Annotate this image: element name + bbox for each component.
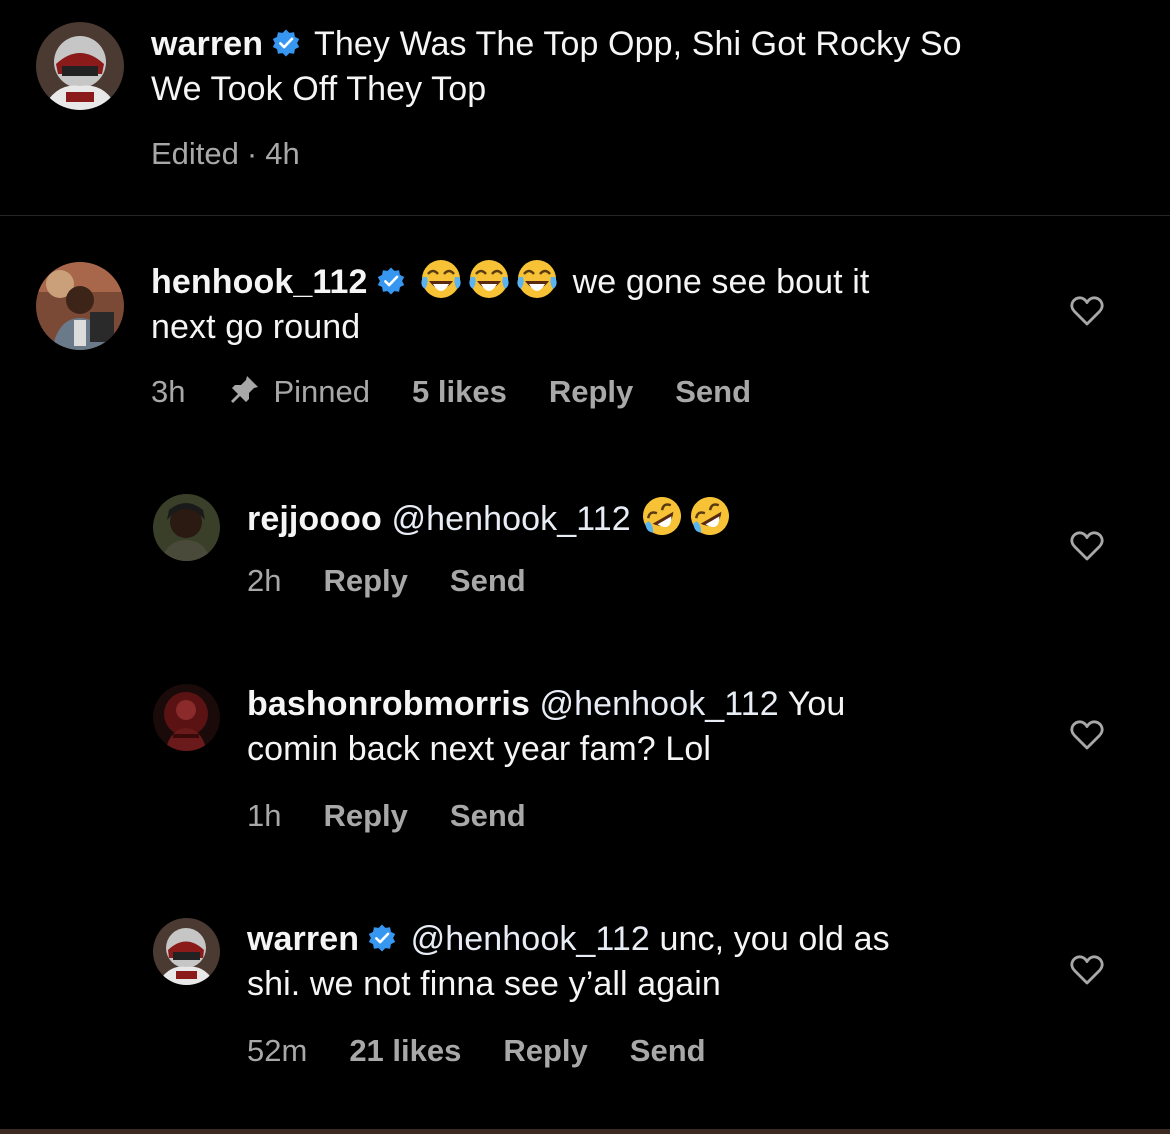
- comment-time: 3h: [151, 374, 186, 409]
- comment-meta-rejjoooo: 2h Reply Send: [247, 561, 568, 601]
- avatar-bashonrobmorris[interactable]: [153, 684, 220, 751]
- avatar-warren[interactable]: [153, 918, 220, 985]
- avatar-warren-caption[interactable]: [36, 22, 124, 110]
- face-with-tears-of-joy-icon: [467, 257, 511, 301]
- heart-icon[interactable]: [1070, 531, 1104, 561]
- caption-text-line1: They Was The Top Opp, Shi Got Rocky So: [314, 25, 962, 63]
- pin-icon: [227, 373, 261, 407]
- comment-text-line1: unc, you old as: [659, 920, 890, 958]
- comment-time: 2h: [247, 563, 282, 598]
- comment-rejjoooo: rejjoooo @henhook_112: [247, 494, 1047, 542]
- comment-mention[interactable]: @henhook_112: [391, 500, 630, 538]
- comment-text-line2: shi. we not finna see y’all again: [247, 965, 721, 1003]
- heart-icon[interactable]: [1070, 955, 1104, 985]
- comment-meta-bashonrobmorris: 1h Reply Send: [247, 796, 568, 836]
- face-with-tears-of-joy-icon: [515, 257, 559, 301]
- comment-likes-button[interactable]: 21 likes: [349, 1031, 461, 1071]
- rolling-on-floor-laughing-icon: [640, 494, 684, 538]
- comment-meta-henhook_112: 3h Pinned 5 likes Reply Send: [151, 372, 793, 412]
- comment-pinned: Pinned: [273, 374, 371, 409]
- comment-reply-button[interactable]: Reply: [503, 1031, 587, 1071]
- caption-edited: Edited: [151, 136, 239, 171]
- comment-send-button[interactable]: Send: [450, 796, 526, 836]
- comment-warren: warren @henhook_112 unc, you old as shi.…: [247, 917, 1047, 1007]
- comment-henhook_112: henhook_112 we gone see bout it next go …: [151, 257, 1071, 350]
- comment-send-button[interactable]: Send: [450, 561, 526, 601]
- comment-time: 1h: [247, 798, 282, 833]
- comment-mention[interactable]: @henhook_112: [540, 685, 779, 723]
- comment-username[interactable]: warren: [247, 920, 359, 958]
- rolling-on-floor-laughing-icon: [688, 494, 732, 538]
- comment-send-button[interactable]: Send: [675, 372, 751, 412]
- comment-reply-button[interactable]: Reply: [323, 561, 407, 601]
- comment-likes-button[interactable]: 5 likes: [412, 372, 507, 412]
- caption-meta: Edited · 4h: [151, 134, 342, 174]
- verified-badge-icon: [367, 923, 397, 953]
- caption-time: 4h: [265, 136, 300, 171]
- post-caption: warren They Was The Top Opp, Shi Got Roc…: [0, 0, 1170, 216]
- face-with-tears-of-joy-icon: [419, 257, 463, 301]
- comment-reply-button[interactable]: Reply: [323, 796, 407, 836]
- verified-badge-icon: [376, 266, 406, 296]
- comment-text-line2: comin back next year fam? Lol: [247, 730, 712, 768]
- comment-bashonrobmorris: bashonrobmorris @henhook_112 You comin b…: [247, 682, 1047, 772]
- comment-text-line1: You: [787, 685, 846, 723]
- comment-text-line2: next go round: [151, 308, 361, 346]
- avatar-rejjoooo[interactable]: [153, 494, 220, 561]
- comment-reply-button[interactable]: Reply: [549, 372, 633, 412]
- bottom-frame-edge: [0, 1129, 1170, 1134]
- verified-badge-icon: [271, 28, 301, 58]
- comment-mention[interactable]: @henhook_112: [411, 920, 650, 958]
- comment-meta-warren: 52m 21 likes Reply Send: [247, 1031, 748, 1071]
- heart-icon[interactable]: [1070, 296, 1104, 326]
- heart-icon[interactable]: [1070, 720, 1104, 750]
- avatar-henhook_112[interactable]: [36, 262, 124, 350]
- caption-text-line2: We Took Off They Top: [151, 70, 487, 108]
- comment-username[interactable]: bashonrobmorris: [247, 685, 530, 723]
- comment-time: 52m: [247, 1033, 308, 1068]
- comment-send-button[interactable]: Send: [630, 1031, 706, 1071]
- caption-username[interactable]: warren: [151, 25, 263, 63]
- comment-username[interactable]: rejjoooo: [247, 500, 382, 538]
- comment-text-line1: we gone see bout it: [572, 263, 870, 301]
- comment-username[interactable]: henhook_112: [151, 263, 368, 301]
